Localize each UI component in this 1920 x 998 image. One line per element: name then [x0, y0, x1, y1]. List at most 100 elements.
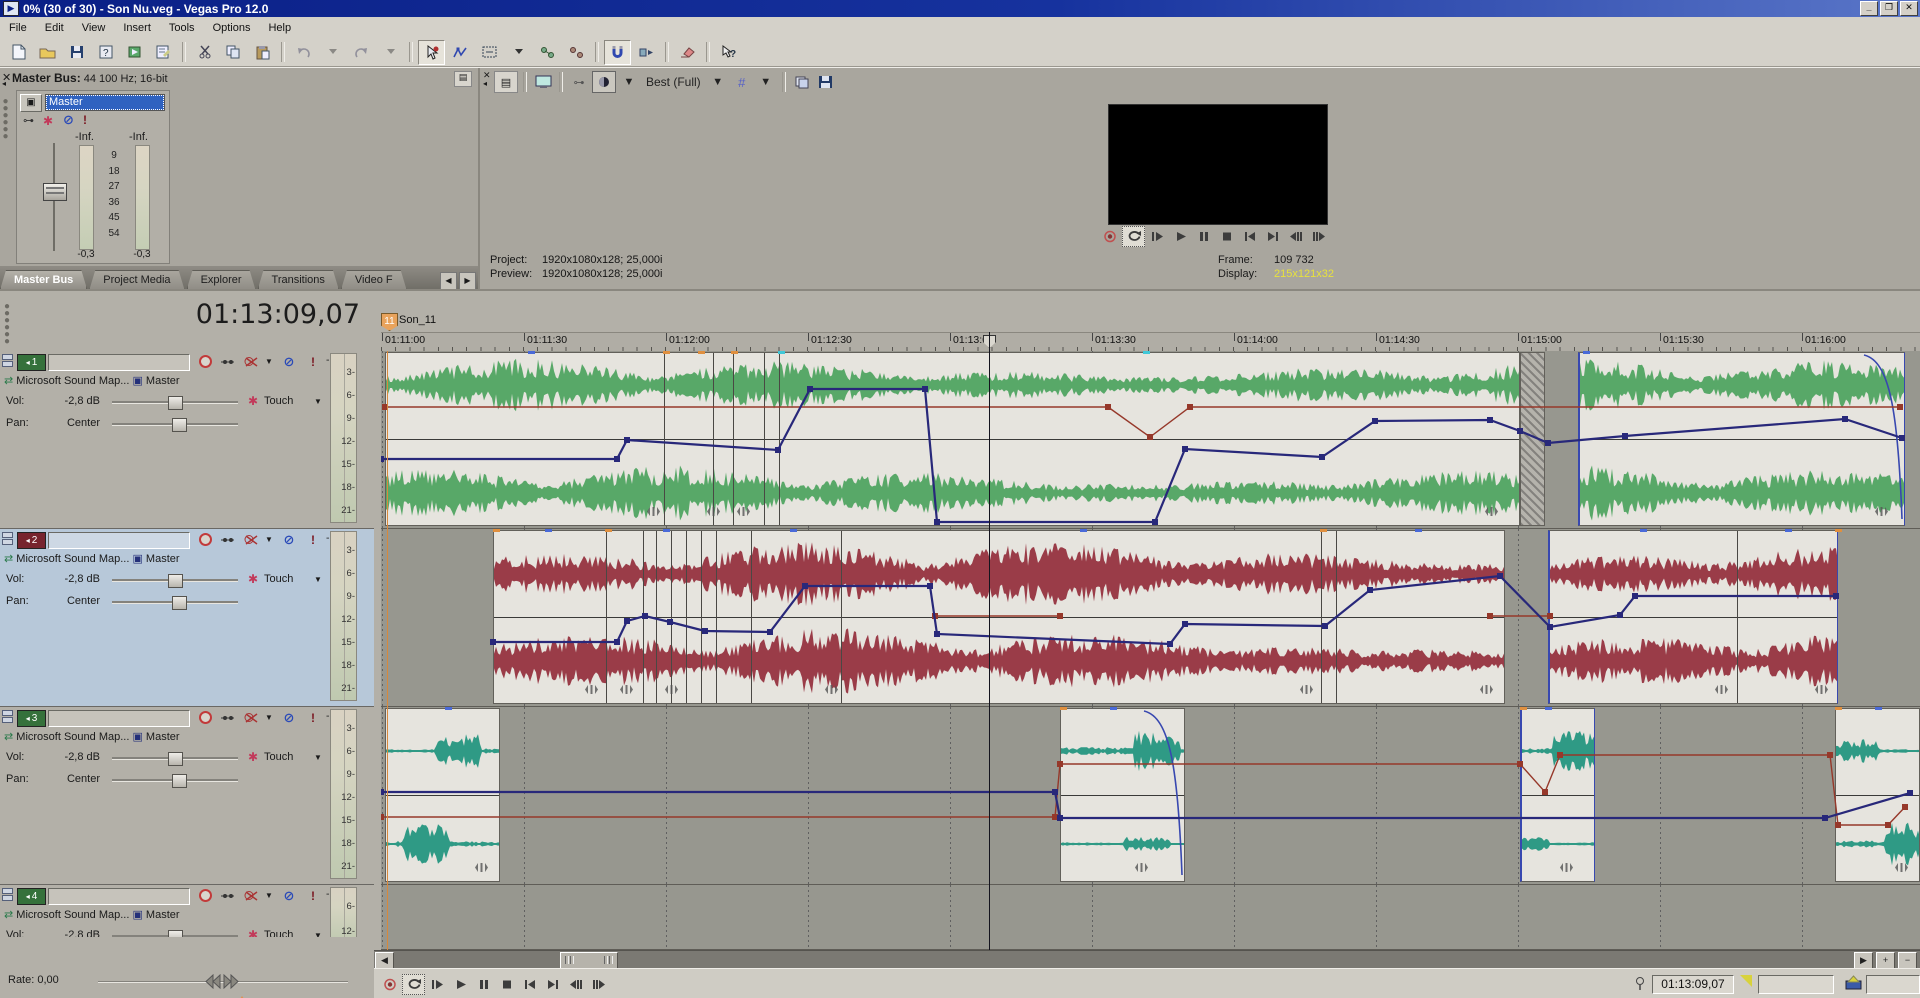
mute-button[interactable]: ⊘ [280, 354, 298, 369]
event-pan-crop-icon[interactable] [1560, 863, 1573, 872]
track-name-field[interactable] [48, 532, 190, 549]
envelope-overlay[interactable] [381, 529, 1920, 707]
maximize-button[interactable]: ❐ [1880, 1, 1898, 16]
loop-playback-button[interactable] [402, 974, 425, 995]
pause-button[interactable] [1193, 227, 1214, 246]
automation-mode-value[interactable]: Touch [264, 573, 293, 585]
event-pan-crop-icon[interactable] [1715, 685, 1728, 694]
event-pan-crop-icon[interactable] [707, 507, 720, 516]
device-icon[interactable]: ⇄ [4, 731, 13, 743]
track-number-badge[interactable]: ◂1 [17, 354, 46, 371]
automation-mode-value[interactable]: Touch [264, 395, 293, 407]
track-header-1[interactable]: ◂1▼⊘!-Inf.⇄ Microsoft Sound Map... ▣ Mas… [0, 351, 374, 529]
minimize-button[interactable]: _ [1860, 1, 1878, 16]
volume-slider[interactable] [112, 574, 238, 586]
properties-button[interactable]: ? [92, 40, 119, 65]
pan-value[interactable]: Center [52, 773, 100, 785]
eraser-tool-button[interactable] [674, 40, 701, 65]
pan-value[interactable]: Center [52, 595, 100, 607]
device-selector[interactable]: Microsoft Sound Map... [16, 375, 129, 387]
panel-grip[interactable]: ●●●●●● [4, 303, 10, 345]
device-icon[interactable]: ⇄ [4, 909, 13, 921]
playhead-line[interactable] [989, 332, 990, 950]
track-height-buttons[interactable] [2, 888, 14, 903]
track-fx-drop-button[interactable]: ▼ [260, 532, 278, 547]
automation-mode-icon[interactable]: ✱ [244, 393, 262, 408]
group-button[interactable] [534, 40, 561, 65]
pan-slider[interactable] [112, 774, 238, 786]
play-button[interactable] [1170, 227, 1191, 246]
overlays-drop-icon[interactable]: ▼ [755, 72, 777, 92]
tab-explorer[interactable]: Explorer [187, 270, 256, 290]
redo-button[interactable] [348, 40, 375, 65]
record-button[interactable] [379, 975, 400, 994]
external-monitor-icon[interactable] [532, 72, 554, 92]
scroll-right-button[interactable]: ▶ [1854, 952, 1873, 969]
panel-menu-icon[interactable]: ▤ [494, 71, 518, 93]
insert-fx-icon[interactable]: ⊶ [23, 114, 34, 128]
video-output-fx-icon[interactable]: ⊶ [568, 72, 590, 92]
device-selector[interactable]: Microsoft Sound Map... [16, 909, 129, 921]
pause-button[interactable] [473, 975, 494, 994]
track-lane-3[interactable] [381, 707, 1920, 885]
track-fx-drop-button[interactable]: ▼ [260, 888, 278, 903]
auto-ripple-button[interactable] [633, 40, 660, 65]
track-number-badge[interactable]: ◂4 [17, 888, 46, 905]
panel-grip[interactable]: ●●●●●● [1, 98, 10, 140]
event-pan-crop-icon[interactable] [647, 507, 660, 516]
track-height-buttons[interactable] [2, 354, 14, 369]
pan-value[interactable]: Center [52, 417, 100, 429]
mute-button[interactable]: ⊘ [280, 888, 298, 903]
previous-frame-button[interactable] [1285, 227, 1306, 246]
envelope-overlay[interactable] [381, 885, 1920, 950]
stop-button[interactable] [496, 975, 517, 994]
automation-mode-value[interactable]: Touch [264, 751, 293, 763]
track-lane-1[interactable] [381, 351, 1920, 529]
undo-drop-button[interactable] [319, 40, 346, 65]
event-pan-crop-icon[interactable] [1480, 685, 1493, 694]
tabs-scroll-left[interactable]: ◀ [440, 272, 457, 290]
envelope-overlay[interactable] [381, 707, 1920, 885]
tabs-scroll-right[interactable]: ▶ [459, 272, 476, 290]
project-properties-button[interactable] [150, 40, 177, 65]
track-fx-drop-button[interactable]: ▼ [260, 354, 278, 369]
event-pan-crop-icon[interactable] [1300, 685, 1313, 694]
track-lane-2[interactable] [381, 529, 1920, 707]
track-name-field[interactable] [48, 354, 190, 371]
normal-edit-tool-button[interactable] [418, 40, 445, 65]
scrollbar-thumb[interactable] [560, 952, 618, 969]
automation-mode-icon[interactable]: ✱ [244, 749, 262, 764]
track-header-3[interactable]: ◂3▼⊘!-Inf.⇄ Microsoft Sound Map... ▣ Mas… [0, 707, 374, 885]
menu-view[interactable]: View [73, 19, 115, 37]
event-pan-crop-icon[interactable] [737, 507, 750, 516]
marker-tag[interactable]: 11 [381, 313, 398, 331]
menu-options[interactable]: Options [204, 19, 260, 37]
preview-quality-drop-icon[interactable]: ▼ [707, 72, 729, 92]
new-project-button[interactable] [5, 40, 32, 65]
zoom-out-button[interactable]: − [1898, 952, 1917, 969]
bus-assign-button[interactable]: ▣ [132, 375, 142, 387]
next-frame-button[interactable] [588, 975, 609, 994]
status-pin-icon[interactable] [1634, 977, 1646, 994]
automation-settings-icon[interactable]: ✱ [43, 114, 53, 129]
tab-master-bus[interactable]: Master Bus [0, 270, 87, 290]
marker-bar[interactable]: 11 Son_11 [381, 291, 1920, 332]
track-automation-button[interactable] [218, 710, 236, 725]
bus-assign-button[interactable]: ▣ [132, 553, 142, 565]
undo-button[interactable] [290, 40, 317, 65]
pan-slider[interactable] [112, 596, 238, 608]
master-fader-thumb[interactable] [43, 183, 67, 201]
previous-frame-button[interactable] [565, 975, 586, 994]
event-pan-crop-icon[interactable] [1135, 863, 1148, 872]
mute-button[interactable]: ⊘ [63, 113, 74, 127]
paste-button[interactable] [249, 40, 276, 65]
menu-file[interactable]: File [0, 19, 36, 37]
arm-record-button[interactable] [196, 532, 214, 547]
automation-mode-drop-icon[interactable]: ▼ [314, 575, 322, 584]
close-button[interactable]: ✕ [1900, 1, 1918, 16]
track-fx-button[interactable] [242, 354, 260, 369]
arm-record-button[interactable] [196, 710, 214, 725]
scroll-left-button[interactable]: ◀ [375, 952, 394, 969]
solo-button[interactable]: ! [304, 888, 322, 903]
overlays-icon[interactable]: # [731, 72, 753, 92]
